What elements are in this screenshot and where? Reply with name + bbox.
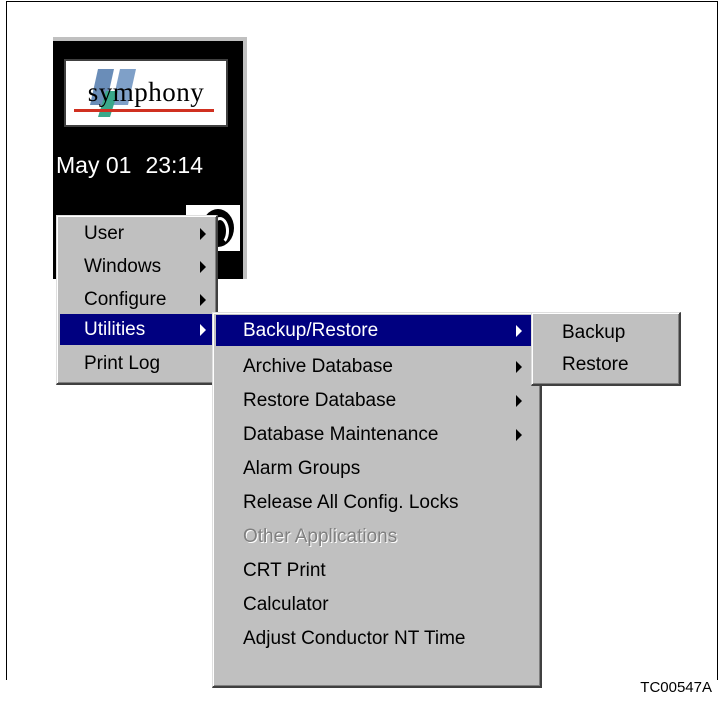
clock-time: 23:14 [145,152,203,178]
menu-item-backup[interactable]: Backup [535,317,676,348]
menu-item-label: Restore Database [243,390,397,411]
menu-item-crt-print[interactable]: CRT Print [216,555,537,586]
menu-item-label: Calculator [243,594,329,615]
symphony-logo[interactable]: symphony [64,59,228,127]
menu-item-configure[interactable]: Configure [60,284,213,315]
clock-date: May 01 [56,152,132,178]
menu-item-print-log[interactable]: Print Log [60,348,213,379]
menu-item-other-applications: Other Applications [216,521,537,552]
menu-item-label: User [84,223,125,244]
menu-item-archive-database[interactable]: Archive Database [216,351,537,382]
menu-item-label: Utilities [84,319,146,340]
menu-item-label: Backup/Restore [243,320,379,341]
menu-item-label: Other Applications [243,526,398,547]
submenu-arrow-icon [200,228,206,240]
menu-item-user[interactable]: User [60,218,213,249]
submenu-arrow-icon [516,429,522,441]
menu-item-utilities[interactable]: Utilities [60,314,213,345]
menu-item-alarm-groups[interactable]: Alarm Groups [216,453,537,484]
menu-item-calculator[interactable]: Calculator [216,589,537,620]
clock-display: May 01 23:14 [56,152,246,179]
menu-item-label: Windows [84,256,162,277]
submenu-arrow-icon [516,395,522,407]
menu-item-restore-database[interactable]: Restore Database [216,385,537,416]
menu-item-release-config-locks[interactable]: Release All Config. Locks [216,487,537,518]
logo-wordmark: symphony [87,77,205,107]
figure-code: TC00547A [640,679,712,696]
menu-item-label: Print Log [84,353,161,374]
menu-item-label: Alarm Groups [243,458,361,479]
menu-item-label: Release All Config. Locks [243,492,459,513]
console-top-edge [53,37,247,41]
submenu-arrow-icon [200,294,206,306]
menu-item-label: Adjust Conductor NT Time [243,628,466,649]
submenu-arrow-icon [516,325,522,337]
menu-item-label: CRT Print [243,560,326,581]
backup-restore-menu: Backup Restore [531,312,681,386]
menu-item-label: Archive Database [243,356,393,377]
menu-item-adjust-conductor-time[interactable]: Adjust Conductor NT Time [216,623,537,654]
menu-item-restore[interactable]: Restore [535,349,676,380]
menu-item-label: Backup [562,322,626,343]
menu-item-backup-restore[interactable]: Backup/Restore [216,315,537,346]
menu-item-label: Database Maintenance [243,424,439,445]
logo-underline [74,109,214,112]
submenu-arrow-icon [516,361,522,373]
menu-item-label: Configure [84,289,167,310]
submenu-arrow-icon [200,324,206,336]
utilities-menu: Backup/Restore Archive Database Restore … [212,312,542,688]
submenu-arrow-icon [200,261,206,273]
menu-item-database-maintenance[interactable]: Database Maintenance [216,419,537,450]
menu-item-windows[interactable]: Windows [60,251,213,282]
menu-item-label: Restore [562,354,629,375]
main-menu: User Windows Configure Utilities Print L… [56,215,218,385]
